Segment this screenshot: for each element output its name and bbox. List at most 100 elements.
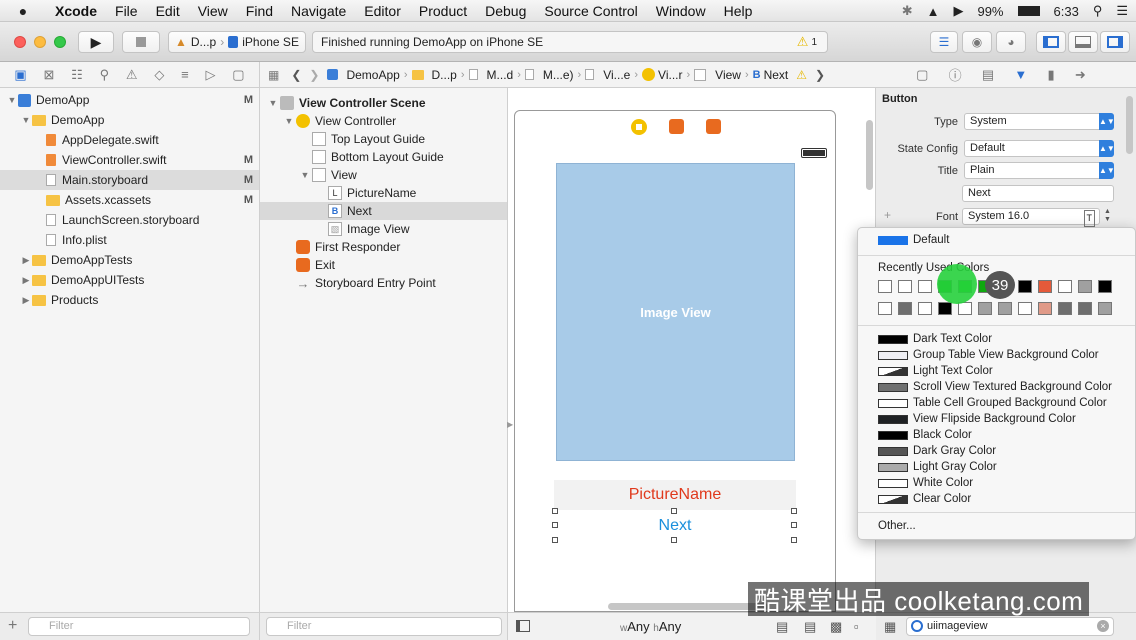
- outline-item[interactable]: Bottom Layout Guide: [260, 148, 507, 166]
- named-color-item[interactable]: View Flipside Background Color: [878, 411, 1076, 427]
- disclosure-closed-icon[interactable]: ▶: [20, 255, 32, 266]
- recent-color-swatch[interactable]: [898, 302, 912, 315]
- jump-view-controller[interactable]: Vi...r: [638, 68, 686, 82]
- zoom-window-button[interactable]: [54, 36, 66, 48]
- default-color-item[interactable]: Default: [878, 232, 949, 248]
- resize-handle[interactable]: [671, 508, 677, 514]
- recent-color-swatch[interactable]: [1018, 280, 1032, 293]
- outline-item[interactable]: L PictureName: [260, 184, 507, 202]
- outline-item[interactable]: ▧ Image View: [260, 220, 507, 238]
- navigator-item[interactable]: AppDelegate.swift: [0, 130, 259, 150]
- recent-color-swatch[interactable]: [1038, 302, 1052, 315]
- outline-item[interactable]: Top Layout Guide: [260, 130, 507, 148]
- grid-view-icon[interactable]: ▦: [884, 619, 896, 635]
- attributes-inspector-icon[interactable]: ▼: [1014, 67, 1027, 82]
- recent-color-swatch[interactable]: [898, 280, 912, 293]
- scheme-selector[interactable]: ▲ D...p › iPhone SE: [168, 31, 306, 53]
- menu-source-control[interactable]: Source Control: [535, 3, 646, 19]
- named-color-item[interactable]: Table Cell Grouped Background Color: [878, 395, 1107, 411]
- recent-color-swatch[interactable]: [918, 280, 932, 293]
- outline-item[interactable]: ▼ View: [260, 166, 507, 184]
- outline-item[interactable]: B Next: [260, 202, 507, 220]
- recent-color-swatch[interactable]: [878, 280, 892, 293]
- resolve-icon[interactable]: ▫: [854, 619, 859, 634]
- navigator-item[interactable]: ▼ DemoApp M: [0, 90, 259, 110]
- related-items-icon[interactable]: ▦: [260, 68, 287, 82]
- named-color-item[interactable]: Dark Gray Color: [878, 443, 996, 459]
- size-inspector-icon[interactable]: ▮: [1048, 67, 1055, 83]
- add-variation-icon[interactable]: +: [884, 208, 891, 222]
- resize-handle[interactable]: [791, 537, 797, 543]
- issue-warning-icon[interactable]: ⚠: [792, 68, 811, 82]
- menu-navigate[interactable]: Navigate: [282, 3, 355, 19]
- run-button[interactable]: ▶: [78, 31, 114, 53]
- resize-handle[interactable]: [552, 522, 558, 528]
- back-button[interactable]: ❮: [287, 68, 305, 82]
- report-navigator-icon[interactable]: ▢: [232, 67, 244, 83]
- navigator-item[interactable]: ▶ DemoAppUITests: [0, 270, 259, 290]
- horizontal-scrollbar[interactable]: [608, 603, 768, 610]
- scene-first-responder-icon[interactable]: [669, 119, 684, 134]
- navigator-item[interactable]: ▼ DemoApp: [0, 110, 259, 130]
- named-color-item[interactable]: Light Gray Color: [878, 459, 997, 475]
- scene-exit-icon[interactable]: [706, 119, 721, 134]
- named-color-item[interactable]: Dark Text Color: [878, 331, 992, 347]
- resize-handle[interactable]: [791, 508, 797, 514]
- navigator-item[interactable]: ViewController.swift M: [0, 150, 259, 170]
- spotlight-icon[interactable]: ⚲: [1093, 3, 1103, 19]
- menu-debug[interactable]: Debug: [476, 3, 535, 19]
- disclosure-open-icon[interactable]: ▼: [266, 98, 280, 108]
- library-search-input[interactable]: uiimageview ×: [906, 617, 1114, 636]
- font-field[interactable]: System 16.0 T: [962, 208, 1100, 227]
- title-text-field[interactable]: Next: [962, 185, 1114, 202]
- named-color-item[interactable]: Scroll View Textured Background Color: [878, 379, 1112, 395]
- size-class-selector[interactable]: wAny hAny: [620, 619, 681, 634]
- menu-editor[interactable]: Editor: [355, 3, 410, 19]
- symbol-navigator-icon[interactable]: ☷: [71, 67, 83, 83]
- menu-app[interactable]: Xcode: [46, 3, 106, 19]
- clear-search-icon[interactable]: ×: [1097, 620, 1109, 632]
- toggle-navigator-button[interactable]: [1036, 31, 1066, 53]
- issue-navigator-icon[interactable]: ⚠: [126, 67, 138, 83]
- named-color-item[interactable]: White Color: [878, 475, 973, 491]
- connections-inspector-icon[interactable]: ➜: [1075, 67, 1086, 83]
- navigator-filter-input[interactable]: Filter: [28, 617, 250, 636]
- battery-percent[interactable]: 99%: [977, 4, 1003, 19]
- font-picker-icon[interactable]: T: [1083, 210, 1095, 227]
- forward-button[interactable]: ❯: [305, 68, 323, 82]
- outline-toggle-icon[interactable]: [516, 620, 530, 632]
- recent-color-swatch[interactable]: [978, 302, 992, 315]
- warning-count[interactable]: 1: [811, 37, 817, 48]
- recent-color-swatch[interactable]: [1098, 302, 1112, 315]
- named-color-item[interactable]: Black Color: [878, 427, 972, 443]
- recent-color-swatch[interactable]: [1038, 280, 1052, 293]
- recent-color-swatch[interactable]: [1058, 280, 1072, 293]
- vertical-scrollbar[interactable]: [866, 120, 873, 190]
- scene-view-controller-icon[interactable]: [631, 119, 647, 135]
- find-navigator-icon[interactable]: ⚲: [100, 67, 110, 83]
- title-style-select[interactable]: Plain ▲▼: [964, 162, 1115, 179]
- disclosure-closed-icon[interactable]: ▶: [20, 275, 32, 286]
- outline-item[interactable]: Exit: [260, 256, 507, 274]
- jump-project[interactable]: DemoApp: [323, 68, 403, 82]
- recent-color-swatch[interactable]: [1058, 302, 1072, 315]
- font-stepper-icon[interactable]: ▲ ▼: [1104, 208, 1111, 224]
- align-icon[interactable]: ▤: [804, 619, 816, 635]
- menu-window[interactable]: Window: [647, 3, 715, 19]
- stop-button[interactable]: [122, 31, 160, 53]
- outline-filter-input[interactable]: Filter: [266, 617, 502, 636]
- menu-view[interactable]: View: [189, 3, 237, 19]
- menu-file[interactable]: File: [106, 3, 147, 19]
- volume-icon[interactable]: ▶: [953, 3, 963, 19]
- add-icon[interactable]: +: [8, 617, 17, 635]
- next-button[interactable]: Next: [556, 512, 794, 540]
- resize-handle[interactable]: [552, 508, 558, 514]
- named-color-item[interactable]: Clear Color: [878, 491, 971, 507]
- recent-color-swatch[interactable]: [958, 302, 972, 315]
- menu-edit[interactable]: Edit: [147, 3, 189, 19]
- quick-help-icon[interactable]: ⓘ: [949, 65, 962, 84]
- resize-handle[interactable]: [671, 537, 677, 543]
- recent-color-swatch[interactable]: [1078, 280, 1092, 293]
- navigator-item[interactable]: Assets.xcassets M: [0, 190, 259, 210]
- minimize-window-button[interactable]: [34, 36, 46, 48]
